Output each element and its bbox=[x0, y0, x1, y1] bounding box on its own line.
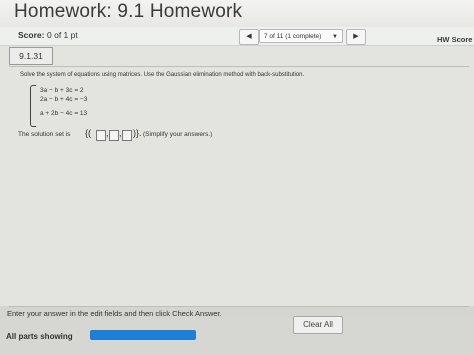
chevron-down-icon: ▼ bbox=[332, 34, 338, 40]
divider bbox=[9, 306, 469, 307]
open-brace: {( bbox=[85, 128, 92, 138]
equation-system: 3a − b + 3c = 2 2a − b + 4c = −3 a + 2b … bbox=[30, 85, 127, 127]
score-label: Score: bbox=[18, 30, 45, 40]
question-id: 9.1.31 bbox=[9, 47, 53, 65]
hw-score-label: HW Score bbox=[437, 35, 473, 44]
next-question-button[interactable]: ▶ bbox=[346, 29, 366, 45]
score-bar: Score: 0 of 1 pt bbox=[0, 27, 474, 46]
question-selector-label: 7 of 11 (1 complete) bbox=[264, 33, 322, 40]
simplify-note: (Simplify your answers.) bbox=[143, 131, 213, 138]
previous-question-button[interactable]: ◀ bbox=[239, 29, 259, 45]
answer-field-c[interactable] bbox=[122, 130, 132, 141]
progress-bar bbox=[90, 330, 196, 340]
equation-3: a + 2b − 4c = 13 bbox=[40, 110, 88, 117]
equation-2: 2a − b + 4c = −3 bbox=[40, 96, 88, 103]
title-bar: Homework: 9.1 Homework bbox=[0, 0, 474, 28]
close-brace: )}. bbox=[133, 128, 142, 138]
progress-fill bbox=[90, 330, 196, 340]
answer-field-a[interactable] bbox=[96, 130, 106, 141]
question-instructions: Solve the system of equations using matr… bbox=[20, 72, 305, 78]
answer-instruction: Enter your answer in the edit fields and… bbox=[7, 309, 222, 318]
score-value: 0 of 1 pt bbox=[47, 30, 78, 40]
page-title: Homework: 9.1 Homework bbox=[14, 1, 243, 22]
triangle-left-icon: ◀ bbox=[246, 33, 252, 40]
solution-prefix: The solution set is bbox=[18, 131, 71, 138]
question-selector[interactable]: 7 of 11 (1 complete) ▼ bbox=[259, 29, 343, 43]
answer-field-b[interactable] bbox=[109, 130, 119, 141]
system-brace bbox=[30, 85, 36, 127]
divider bbox=[9, 66, 469, 67]
parts-showing-label: All parts showing bbox=[6, 332, 73, 341]
equation-1: 3a − b + 3c = 2 bbox=[40, 87, 84, 94]
triangle-right-icon: ▶ bbox=[353, 33, 359, 40]
clear-all-button[interactable]: Clear All bbox=[293, 316, 343, 334]
